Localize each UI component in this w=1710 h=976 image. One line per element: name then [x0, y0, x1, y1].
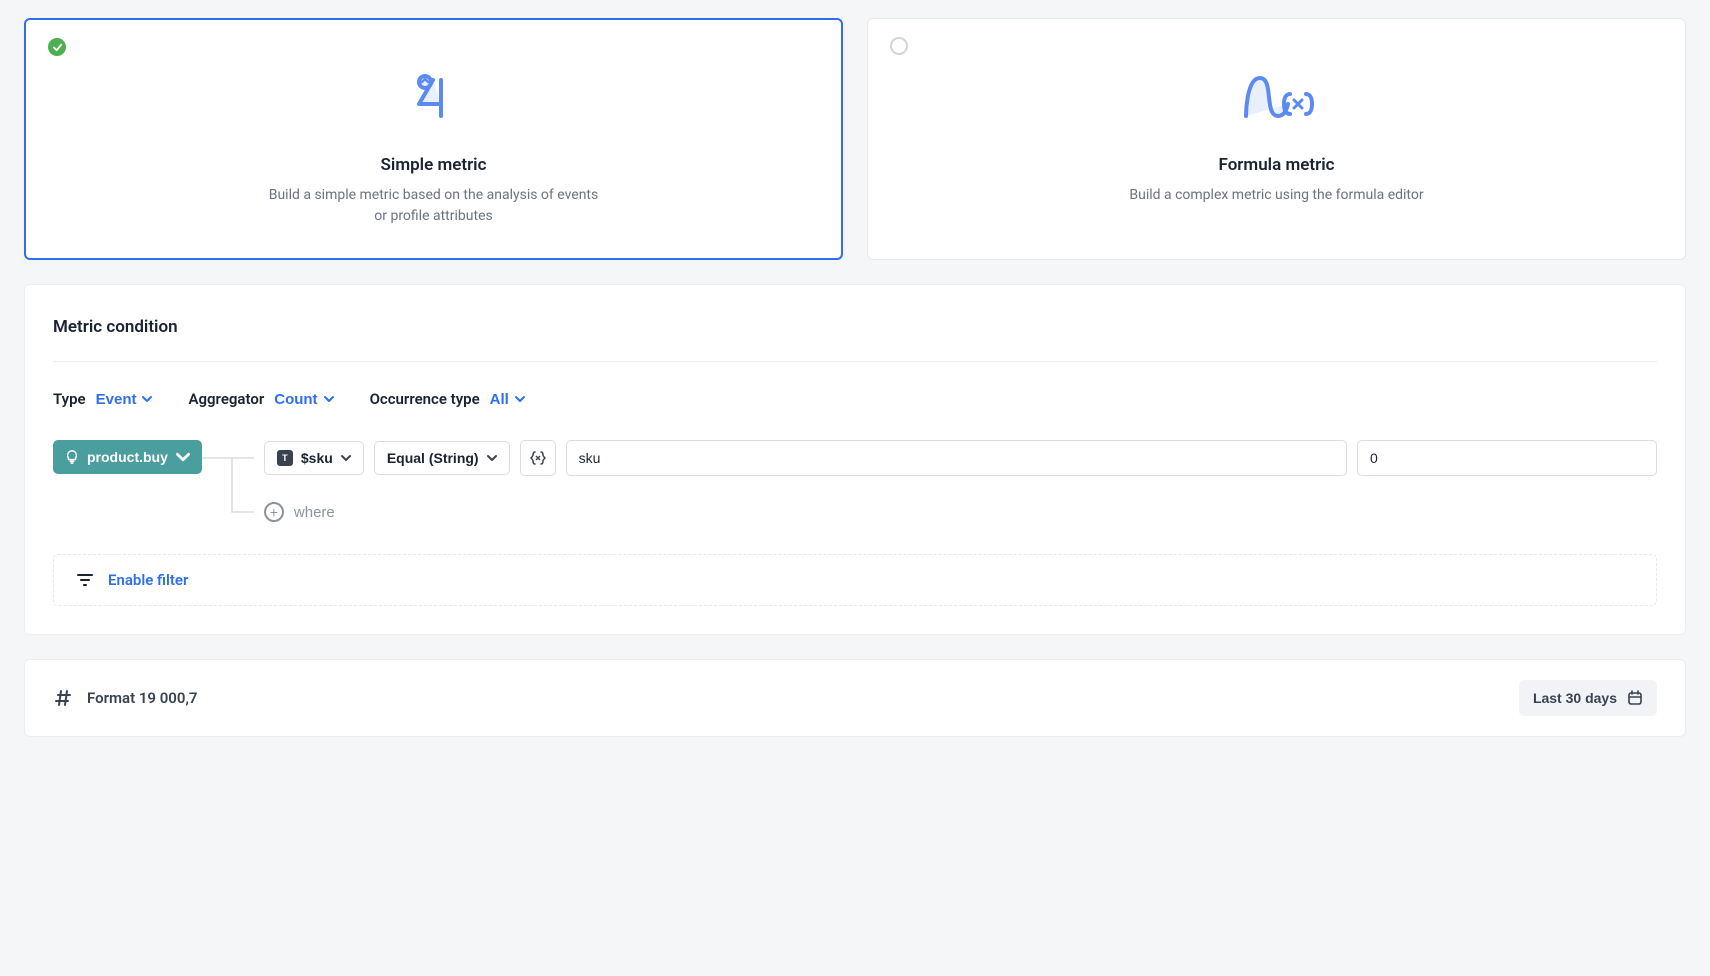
where-label: where — [294, 504, 335, 521]
formula-metric-description: Build a complex metric using the formula… — [1107, 185, 1447, 206]
simple-metric-card[interactable]: Simple metric Build a simple metric base… — [24, 18, 843, 260]
chevron-down-icon — [176, 450, 190, 464]
aggregator-value: Count — [274, 391, 317, 408]
radio-unchecked-icon — [890, 37, 908, 55]
divider — [53, 361, 1657, 362]
param-selector[interactable]: T $sku — [264, 441, 364, 475]
simple-metric-title: Simple metric — [49, 155, 818, 175]
occurrence-dropdown[interactable]: All — [490, 391, 525, 408]
date-range-label: Last 30 days — [1533, 690, 1617, 706]
enable-filter-label: Enable filter — [108, 571, 188, 589]
chevron-down-icon — [341, 453, 351, 463]
type-dropdown[interactable]: Event — [96, 391, 153, 408]
footer-panel: Format 19 000,7 Last 30 days — [24, 659, 1686, 737]
operator-value: Equal (String) — [387, 450, 479, 466]
filter-icon — [76, 571, 94, 589]
occurrence-label: Occurrence type — [370, 390, 480, 408]
event-name: product.buy — [87, 449, 168, 465]
formula-metric-illustration — [892, 57, 1661, 137]
metric-condition-panel: Metric condition Type Event Aggregator C… — [24, 284, 1686, 635]
event-icon — [65, 450, 79, 464]
hash-icon — [53, 688, 73, 708]
aggregator-label: Aggregator — [188, 390, 264, 408]
connector-line — [202, 440, 264, 530]
aggregator-dropdown[interactable]: Count — [274, 391, 333, 408]
enable-filter-button[interactable]: Enable filter — [53, 554, 1657, 606]
value-b-input[interactable] — [1357, 440, 1657, 476]
date-range-button[interactable]: Last 30 days — [1519, 680, 1657, 716]
type-label: Type — [53, 390, 86, 408]
metric-condition-heading: Metric condition — [53, 317, 1657, 337]
value-a-input[interactable] — [566, 440, 1347, 476]
text-type-icon: T — [277, 450, 293, 466]
type-value: Event — [96, 391, 137, 408]
param-name: $sku — [301, 450, 333, 466]
calendar-icon — [1627, 690, 1643, 706]
operator-selector[interactable]: Equal (String) — [374, 441, 510, 475]
simple-metric-description: Build a simple metric based on the analy… — [264, 185, 604, 227]
add-where-button[interactable]: + where — [264, 502, 335, 522]
plus-circle-icon: + — [264, 502, 284, 522]
formula-metric-card[interactable]: Formula metric Build a complex metric us… — [867, 18, 1686, 260]
check-icon — [48, 38, 66, 56]
chevron-down-icon — [487, 453, 497, 463]
braces-icon — [530, 450, 546, 466]
expression-button[interactable] — [520, 440, 556, 476]
chevron-down-icon — [142, 394, 152, 404]
simple-metric-illustration — [49, 57, 818, 137]
occurrence-value: All — [490, 391, 509, 408]
format-label: Format 19 000,7 — [87, 689, 198, 707]
chevron-down-icon — [324, 394, 334, 404]
event-selector[interactable]: product.buy — [53, 440, 202, 474]
chevron-down-icon — [515, 394, 525, 404]
formula-metric-title: Formula metric — [892, 155, 1661, 175]
